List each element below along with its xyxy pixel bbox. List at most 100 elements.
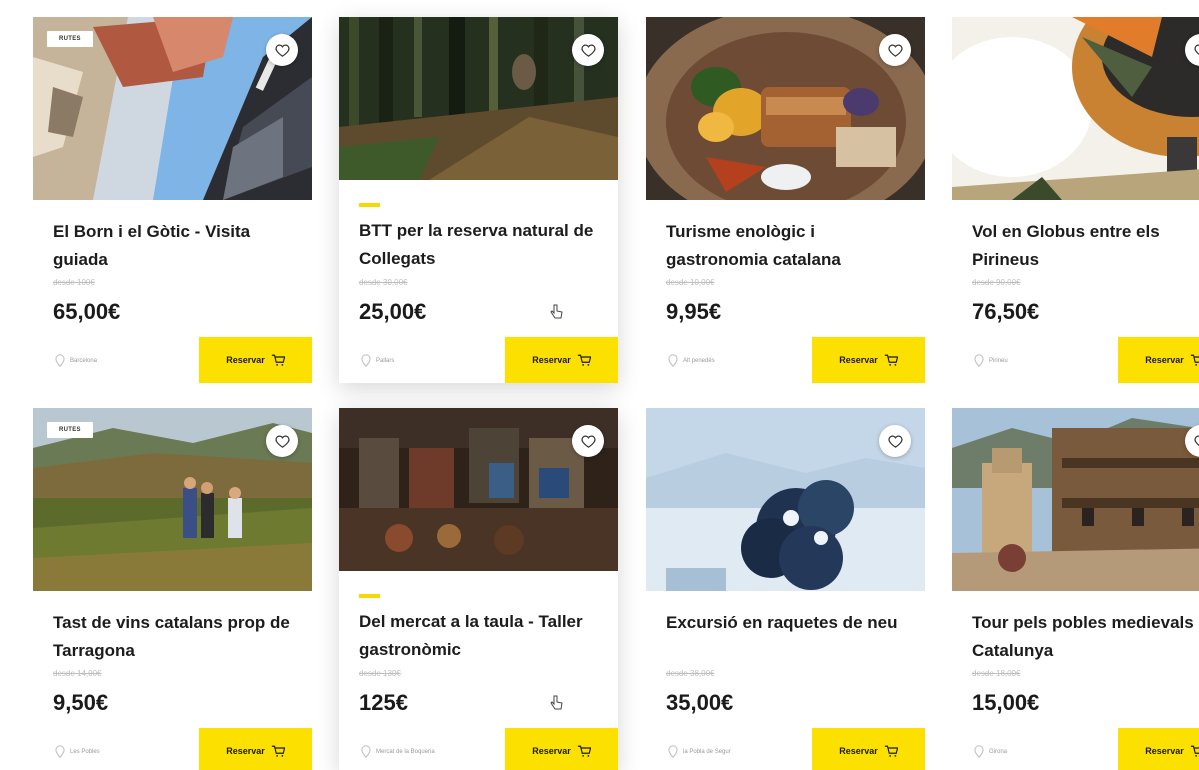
heart-icon — [887, 435, 903, 448]
book-button[interactable]: Reservar — [812, 728, 925, 770]
experience-title[interactable]: Excursió en raquetes de neu — [666, 609, 916, 637]
location-label: la Pobla de Segur — [683, 748, 731, 755]
book-label: Reservar — [1145, 355, 1184, 365]
location-pin-icon — [361, 354, 371, 367]
price: 15,00€ — [972, 690, 1040, 715]
location: Alt penedès — [668, 354, 715, 367]
book-label: Reservar — [839, 746, 878, 756]
location-pin-icon — [668, 354, 678, 367]
hand-cursor-icon — [549, 695, 563, 711]
favorite-button[interactable] — [879, 34, 911, 66]
favorite-button[interactable] — [572, 425, 604, 457]
location-label: Alt penedès — [683, 357, 715, 364]
book-button[interactable]: Reservar — [199, 337, 312, 383]
cart-icon — [1190, 354, 1199, 366]
original-price: desde 14,00€ — [53, 669, 102, 678]
cart-icon — [577, 354, 591, 366]
location-pin-icon — [361, 745, 371, 758]
cart-icon — [271, 745, 285, 757]
original-price: desde 130€ — [359, 669, 401, 678]
location-label: Barcelona — [70, 357, 98, 364]
location: Girona — [974, 745, 1007, 758]
experience-title[interactable]: El Born i el Gòtic - Visita guiada — [53, 218, 303, 274]
location: Mercat de la Boqueria — [361, 745, 435, 758]
favorite-button[interactable] — [879, 425, 911, 457]
book-button[interactable]: Reservar — [1118, 337, 1199, 383]
price: 125€ — [359, 690, 408, 715]
experience-card[interactable]: BTT per la reserva natural de Collegats … — [339, 17, 618, 383]
location-label: Pallars — [376, 357, 395, 364]
book-button[interactable]: Reservar — [199, 728, 312, 770]
experience-title[interactable]: Tour pels pobles medievals de Catalunya — [972, 609, 1199, 665]
experience-title[interactable]: BTT per la reserva natural de Collegats — [359, 217, 609, 273]
card-photo — [952, 408, 1199, 591]
heart-icon — [274, 44, 290, 57]
experience-card[interactable]: Turisme enològic i gastronomia catalana … — [646, 17, 925, 383]
experience-title[interactable]: Vol en Globus entre els Pirineus — [972, 218, 1199, 274]
heart-icon — [887, 44, 903, 57]
heart-icon — [580, 44, 596, 57]
heart-icon — [274, 435, 290, 448]
cart-icon — [577, 745, 591, 757]
location: Pirineu — [974, 354, 1008, 367]
location: la Pobla de Segur — [668, 745, 731, 758]
book-label: Reservar — [839, 355, 878, 365]
book-label: Reservar — [226, 355, 265, 365]
original-price: desde 90,00€ — [972, 278, 1021, 287]
price: 35,00€ — [666, 690, 734, 715]
experience-title[interactable]: Turisme enològic i gastronomia catalana — [666, 218, 916, 274]
book-label: Reservar — [226, 746, 265, 756]
location-label: Mercat de la Boqueria — [376, 748, 435, 755]
location-pin-icon — [55, 354, 65, 367]
cart-icon — [884, 745, 898, 757]
book-label: Reservar — [532, 746, 571, 756]
book-button[interactable]: Reservar — [505, 337, 618, 383]
price: 65,00€ — [53, 299, 121, 324]
experience-card[interactable]: Tour pels pobles medievals de Catalunya … — [952, 408, 1199, 770]
location-pin-icon — [974, 354, 984, 367]
experience-title[interactable]: Tast de vins catalans prop de Tarragona — [53, 609, 303, 665]
location-pin-icon — [974, 745, 984, 758]
original-price: desde 38,00€ — [666, 669, 715, 678]
experience-title[interactable]: Del mercat a la taula - Taller gastronòm… — [359, 608, 609, 664]
original-price: desde 100€ — [53, 278, 95, 287]
medieval-village-photo — [952, 408, 1199, 591]
experience-card[interactable]: Excursió en raquetes de neu desde 38,00€… — [646, 408, 925, 770]
book-button[interactable]: Reservar — [1118, 728, 1199, 770]
price: 25,00€ — [359, 299, 427, 324]
experience-card[interactable]: RUTES Tast de vins catalans prop de Tarr… — [33, 408, 312, 770]
accent-bar — [359, 203, 380, 207]
experience-card[interactable]: Vol en Globus entre els Pirineus desde 9… — [952, 17, 1199, 383]
book-button[interactable]: Reservar — [812, 337, 925, 383]
location-label: Pirineu — [989, 357, 1008, 364]
category-tag: RUTES — [47, 31, 93, 47]
price: 9,50€ — [53, 690, 109, 715]
heart-icon — [580, 435, 596, 448]
card-photo — [952, 17, 1199, 200]
hand-cursor-icon — [549, 304, 563, 320]
cart-icon — [271, 354, 285, 366]
price: 9,95€ — [666, 299, 722, 324]
experience-card[interactable]: RUTES El Born i el Gòtic - Visita guiada… — [33, 17, 312, 383]
accent-bar — [359, 594, 380, 598]
favorite-button[interactable] — [266, 425, 298, 457]
location-pin-icon — [55, 745, 65, 758]
hot-air-balloon-photo — [952, 17, 1199, 200]
category-tag: RUTES — [47, 422, 93, 438]
favorite-button[interactable] — [572, 34, 604, 66]
favorite-button[interactable] — [266, 34, 298, 66]
original-price: desde 30,00€ — [359, 278, 408, 287]
cart-icon — [1190, 745, 1199, 757]
location-label: Girona — [989, 748, 1008, 755]
location: Pallars — [361, 354, 394, 367]
heart-icon — [1193, 44, 1199, 55]
location-pin-icon — [668, 745, 678, 758]
original-price: desde 18,00€ — [972, 669, 1021, 678]
original-price: desde 10,00€ — [666, 278, 715, 287]
book-label: Reservar — [532, 355, 571, 365]
book-label: Reservar — [1145, 746, 1184, 756]
experience-card[interactable]: Del mercat a la taula - Taller gastronòm… — [339, 408, 618, 770]
book-button[interactable]: Reservar — [505, 728, 618, 770]
location-label: Les Pobles — [70, 748, 100, 755]
location: Les Pobles — [55, 745, 100, 758]
